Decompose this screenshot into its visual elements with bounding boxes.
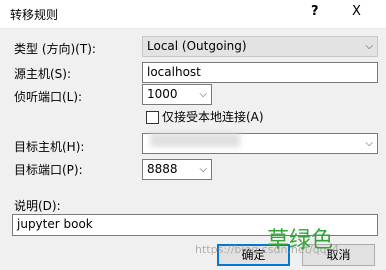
local-only-label[interactable]: 仅接受本地连接(A)	[162, 108, 264, 125]
source-host-value: localhost	[147, 65, 201, 79]
local-only-checkbox[interactable]	[146, 111, 159, 124]
description-label: 说明(D):	[14, 199, 61, 213]
chevron-down-icon: ⌵	[199, 164, 207, 175]
description-value: jupyter book	[17, 217, 93, 231]
type-label: 类型 (方向)(T):	[14, 42, 96, 56]
title-bar: 转移规则 ? X	[0, 0, 386, 29]
close-button[interactable]: X	[352, 4, 361, 19]
chevron-down-icon: ⌵	[365, 138, 373, 149]
port-forwarding-dialog: 转移规则 ? X 类型 (方向)(T): Local (Outgoing) ⌵ …	[0, 0, 386, 270]
color-annotation: 草绿色	[267, 228, 334, 253]
dialog-title: 转移规则	[10, 8, 59, 22]
chevron-down-icon: ⌵	[199, 89, 207, 100]
listen-port-label: 侦听端口(L):	[14, 90, 83, 104]
source-host-input[interactable]: localhost	[142, 62, 378, 83]
target-port-label: 目标端口(P):	[14, 163, 83, 177]
type-select[interactable]: Local (Outgoing) ⌵	[142, 36, 378, 57]
listen-port-value: 1000	[147, 87, 178, 101]
source-host-label: 源主机(S):	[14, 67, 72, 81]
chevron-down-icon: ⌵	[365, 41, 373, 52]
help-button[interactable]: ?	[311, 4, 319, 19]
type-select-value: Local (Outgoing)	[147, 39, 247, 53]
target-host-label: 目标主机(H):	[14, 140, 85, 154]
listen-port-select[interactable]: 1000 ⌵	[142, 84, 212, 105]
redacted-host-value	[150, 133, 240, 147]
target-port-select[interactable]: 8888 ⌵	[142, 159, 212, 180]
target-port-value: 8888	[147, 162, 178, 176]
